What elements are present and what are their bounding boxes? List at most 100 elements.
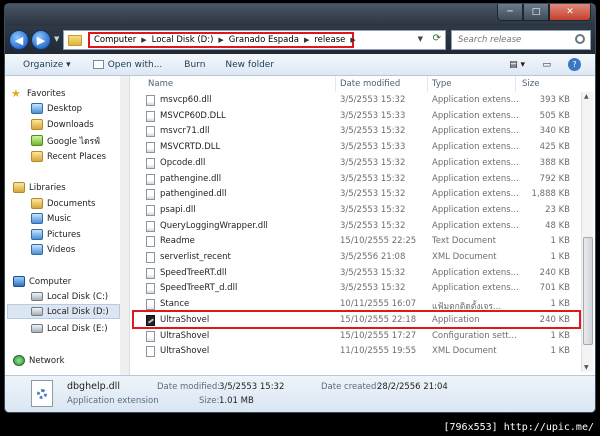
nav-scrollbar[interactable]	[120, 76, 129, 375]
file-row[interactable]: MSVCRTD.DLL 3/5/2553 15:33 Application ext…	[130, 140, 580, 156]
file-row[interactable]: SpeedTreeRT_d.dll 3/5/2553 15:32 Applicati…	[130, 281, 580, 297]
refresh-icon[interactable]: ⟳	[433, 33, 441, 44]
column-divider[interactable]	[335, 76, 336, 92]
column-header-type[interactable]: Type	[432, 79, 452, 89]
column-header-size[interactable]: Size	[522, 79, 539, 89]
address-bar[interactable]: Computer ▶ Local Disk (D:) ▶ Granado Esp…	[63, 30, 446, 50]
computer-icon	[13, 276, 25, 287]
minimize-button[interactable]: ─	[497, 4, 523, 21]
nav-downloads[interactable]: Downloads	[31, 117, 94, 132]
chevron-right-icon[interactable]: ▶	[141, 36, 146, 44]
nav-local-disk-d[interactable]: Local Disk (D:)	[7, 304, 120, 319]
file-row[interactable]: UltraShovel 15/10/2555 17:27 Configuration…	[130, 329, 580, 345]
search-input[interactable]	[458, 35, 568, 45]
breadcrumb-release[interactable]: release	[314, 35, 345, 45]
nav-recent-places[interactable]: Recent Places	[31, 149, 106, 164]
file-row[interactable]: serverlist_recent 3/5/2556 21:08 XML Docum…	[130, 250, 580, 266]
file-row[interactable]: pathengined.dll 3/5/2553 15:32 Application…	[130, 187, 580, 203]
nav-desktop[interactable]: Desktop	[31, 101, 82, 116]
file-name: msvcp60.dll	[160, 95, 212, 105]
explorer-window: ─ □ ✕ ◀ ▶ ▼ Computer ▶ Local Disk (D:) ▶…	[4, 3, 596, 413]
file-row[interactable]: UltraShovel 11/10/2555 19:55 XML Document 1…	[130, 344, 580, 360]
file-name: Readme	[160, 236, 195, 247]
nav-label: Downloads	[47, 119, 94, 130]
arrow-left-icon: ◀	[14, 33, 24, 47]
column-header-date[interactable]: Date modified	[340, 79, 400, 89]
nav-network[interactable]: Network	[13, 353, 65, 368]
breadcrumb-computer[interactable]: Computer	[94, 35, 136, 45]
file-row[interactable]: msvcr71.dll 3/5/2553 15:32 Application ext…	[130, 124, 580, 140]
nav-pictures[interactable]: Pictures	[31, 227, 81, 242]
open-with-button[interactable]: Open with...	[85, 60, 171, 70]
nav-favorites[interactable]: ★ Favorites	[11, 86, 65, 101]
file-row[interactable]: msvcp60.dll 3/5/2553 15:32 Application ext…	[130, 93, 580, 109]
nav-local-disk-c[interactable]: Local Disk (C:)	[31, 289, 108, 304]
file-size: 393 KB	[539, 95, 570, 105]
close-button[interactable]: ✕	[549, 4, 591, 21]
file-row[interactable]: Readme 15/10/2555 22:25 Text Document 1 KB	[130, 234, 580, 250]
breadcrumb-granado-espada[interactable]: Granado Espada	[229, 35, 299, 45]
column-header-name[interactable]: Name	[148, 79, 173, 89]
file-name: MSVCP60D.DLL	[160, 110, 226, 121]
forward-button[interactable]: ▶	[31, 30, 51, 50]
scroll-up-icon[interactable]: ▲	[584, 93, 589, 100]
column-divider[interactable]	[515, 76, 516, 92]
file-name: pathengine.dll	[160, 173, 222, 184]
file-row[interactable]: pathengine.dll 3/5/2553 15:32 Application …	[130, 172, 580, 188]
vertical-scrollbar[interactable]: ▲ ▼	[581, 92, 593, 372]
scroll-down-icon[interactable]: ▼	[584, 364, 589, 371]
help-icon[interactable]: ?	[568, 58, 581, 71]
file-row[interactable]: SpeedTreeRT.dll 3/5/2553 15:32 Application…	[130, 266, 580, 282]
file-type: XML Document	[432, 252, 497, 262]
nav-libraries[interactable]: Libraries	[13, 180, 66, 195]
file-date: 3/5/2553 15:32	[340, 173, 406, 184]
nav-label: Network	[29, 355, 65, 366]
arrow-right-icon: ▶	[36, 33, 46, 47]
file-date: 3/5/2553 15:32	[340, 126, 406, 137]
dll-file-icon	[146, 189, 155, 201]
nav-music[interactable]: Music	[31, 211, 71, 226]
breadcrumb-local-disk-d[interactable]: Local Disk (D:)	[152, 35, 214, 45]
file-size: 1,888 KB	[531, 189, 570, 200]
file-date: 3/5/2553 15:32	[340, 95, 406, 105]
search-icon[interactable]	[575, 34, 585, 44]
dll-file-icon	[146, 95, 155, 106]
nav-local-disk-e[interactable]: Local Disk (E:)	[31, 321, 108, 336]
file-type: Application extens...	[432, 267, 519, 278]
file-type: Application extens...	[432, 126, 519, 137]
nav-videos[interactable]: Videos	[31, 242, 75, 257]
nav-documents[interactable]: Documents	[31, 196, 95, 211]
scrollbar-thumb[interactable]	[583, 237, 593, 345]
recent-pages-dropdown[interactable]: ▼	[54, 35, 59, 43]
chevron-right-icon[interactable]: ▶	[350, 36, 355, 44]
file-row[interactable]: MSVCP60D.DLL 3/5/2553 15:33 Application ex…	[130, 109, 580, 125]
txt-file-icon	[146, 346, 155, 358]
new-folder-button[interactable]: New folder	[217, 60, 282, 70]
back-button[interactable]: ◀	[9, 30, 29, 50]
nav-label: Local Disk (E:)	[47, 323, 108, 334]
file-date: 3/5/2553 15:32	[340, 267, 406, 278]
file-row[interactable]: psapi.dll 3/5/2553 15:32 Application exten…	[130, 203, 580, 219]
maximize-button[interactable]: □	[523, 4, 549, 21]
organize-button[interactable]: Organize ▾	[15, 60, 79, 70]
nav-google-drive[interactable]: Google ไดรฟ์	[31, 133, 100, 148]
nav-computer[interactable]: Computer	[13, 274, 71, 289]
nav-label: Pictures	[47, 229, 81, 240]
view-options-icon[interactable]: ▤ ▾	[509, 60, 525, 70]
drive-icon	[31, 307, 43, 316]
file-date: 15/10/2555 22:25	[340, 236, 417, 247]
file-type: Application extens...	[432, 110, 519, 121]
chevron-right-icon[interactable]: ▶	[304, 36, 309, 44]
file-row[interactable]: QueryLoggingWrapper.dll 3/5/2553 15:32 App…	[130, 219, 580, 235]
chevron-down-icon[interactable]: ▼	[418, 35, 423, 43]
preview-pane-icon[interactable]: ▭	[542, 60, 551, 70]
file-row[interactable]: Opcode.dll 3/5/2553 15:32 Application exte…	[130, 156, 580, 172]
title-bar[interactable]: ─ □ ✕	[5, 4, 595, 26]
column-divider[interactable]	[427, 76, 428, 92]
file-type: Application extens...	[432, 142, 519, 153]
burn-button[interactable]: Burn	[176, 60, 213, 70]
file-date: 3/5/2553 15:32	[340, 283, 406, 294]
file-name: psapi.dll	[160, 204, 196, 215]
dll-file-icon	[146, 204, 155, 216]
chevron-right-icon[interactable]: ▶	[218, 36, 223, 44]
